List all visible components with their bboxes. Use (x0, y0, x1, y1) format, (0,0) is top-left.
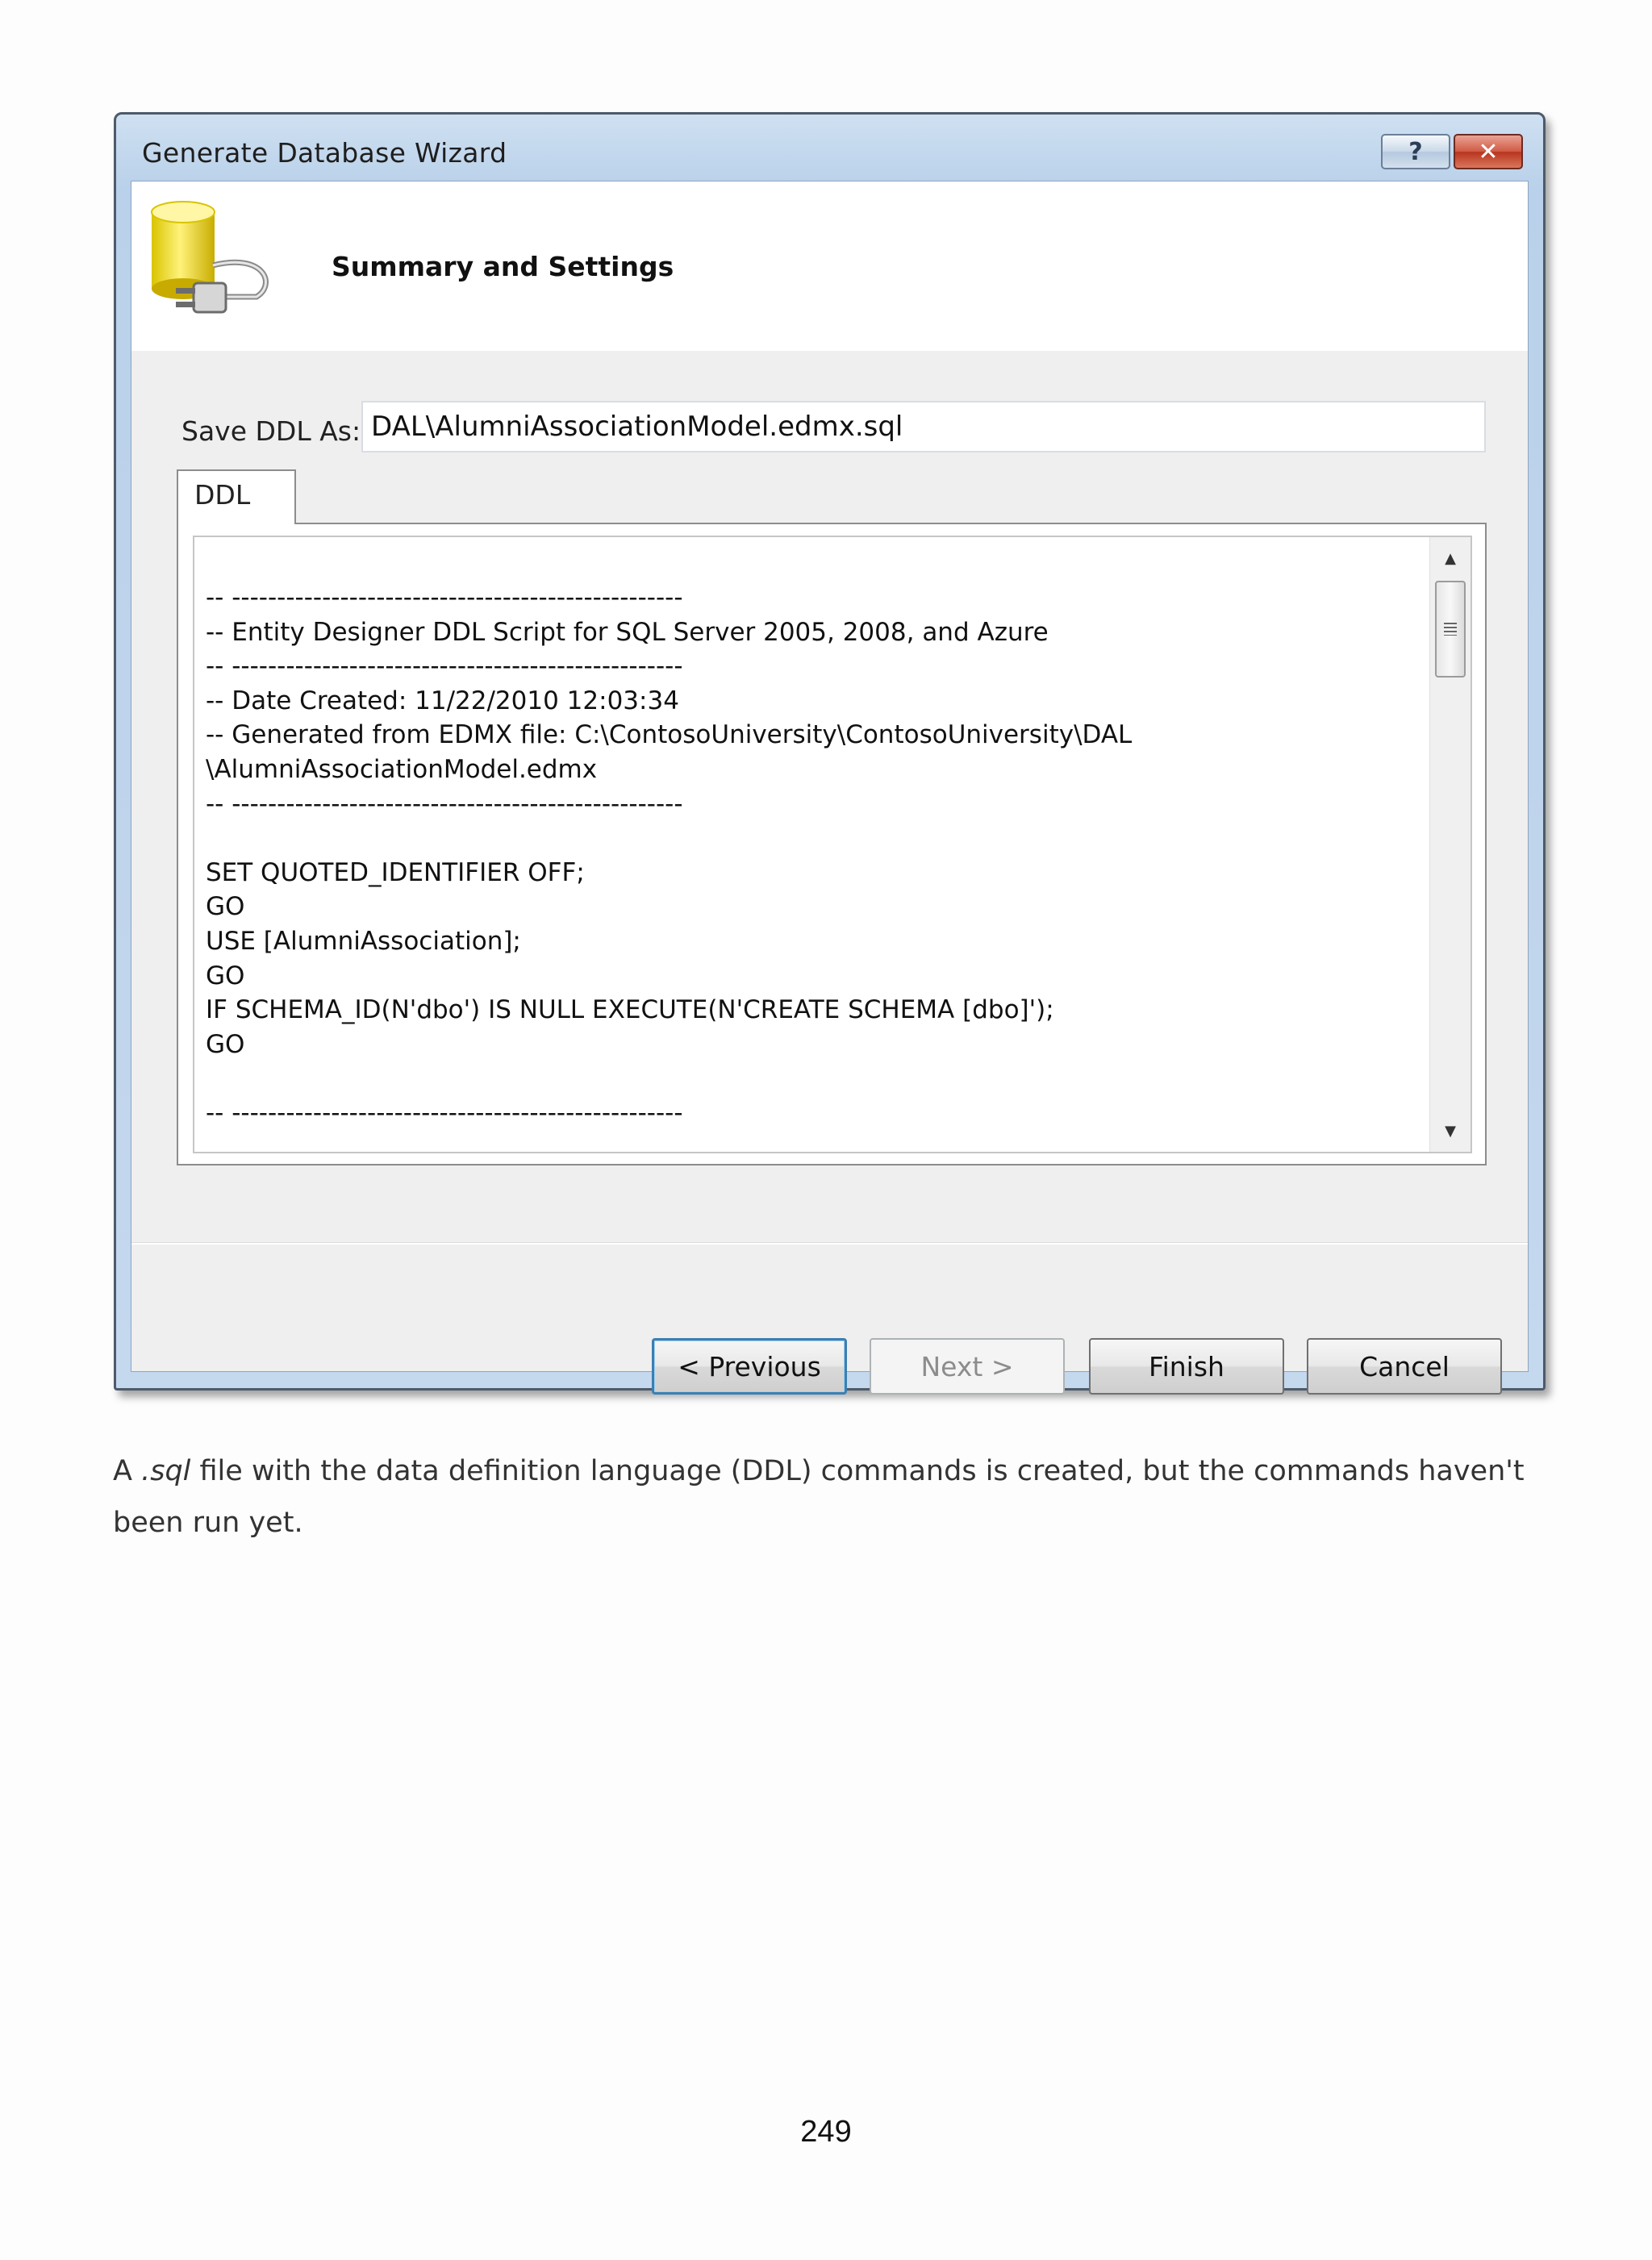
ddl-text-area[interactable]: -- -------------------------------------… (193, 536, 1472, 1153)
scroll-down-icon[interactable]: ▼ (1430, 1113, 1471, 1149)
title-bar[interactable]: Generate Database Wizard ? ✕ (116, 115, 1543, 181)
page-title: Summary and Settings (332, 251, 674, 282)
close-button[interactable]: ✕ (1454, 134, 1523, 169)
scroll-up-icon[interactable]: ▲ (1430, 540, 1471, 576)
database-plug-icon (151, 201, 269, 314)
help-icon: ? (1408, 137, 1423, 166)
figure-caption: A .sql file with the data definition lan… (113, 1445, 1533, 1549)
vertical-scrollbar[interactable]: ▲ ▼ (1429, 537, 1471, 1152)
next-button[interactable]: Next > (870, 1338, 1065, 1395)
cancel-button[interactable]: Cancel (1307, 1338, 1502, 1395)
ddl-tab-panel: -- -------------------------------------… (177, 523, 1487, 1165)
wizard-window: Generate Database Wizard ? ✕ Summary and… (114, 112, 1546, 1395)
grip-icon (1444, 623, 1457, 636)
finish-button[interactable]: Finish (1089, 1338, 1284, 1395)
dialog-client-area: Summary and Settings Save DDL As: DDL --… (131, 181, 1529, 1395)
previous-button[interactable]: < Previous (652, 1338, 847, 1395)
tab-ddl[interactable]: DDL (177, 469, 296, 524)
wizard-header: Summary and Settings (131, 181, 1528, 351)
close-icon: ✕ (1478, 137, 1499, 166)
save-ddl-label: Save DDL As: (181, 415, 361, 447)
page-number: 249 (800, 2115, 852, 2149)
footer-divider (131, 1242, 1528, 1245)
save-ddl-input[interactable] (361, 401, 1486, 452)
caption-emphasis: .sql (141, 1455, 191, 1487)
scroll-thumb[interactable] (1435, 581, 1466, 678)
window-title: Generate Database Wizard (142, 137, 507, 169)
ddl-code: -- -------------------------------------… (206, 583, 1133, 1128)
caption-text: file with the data definition language (… (113, 1455, 1525, 1539)
help-button[interactable]: ? (1381, 134, 1450, 169)
caption-prefix: A (113, 1455, 142, 1487)
